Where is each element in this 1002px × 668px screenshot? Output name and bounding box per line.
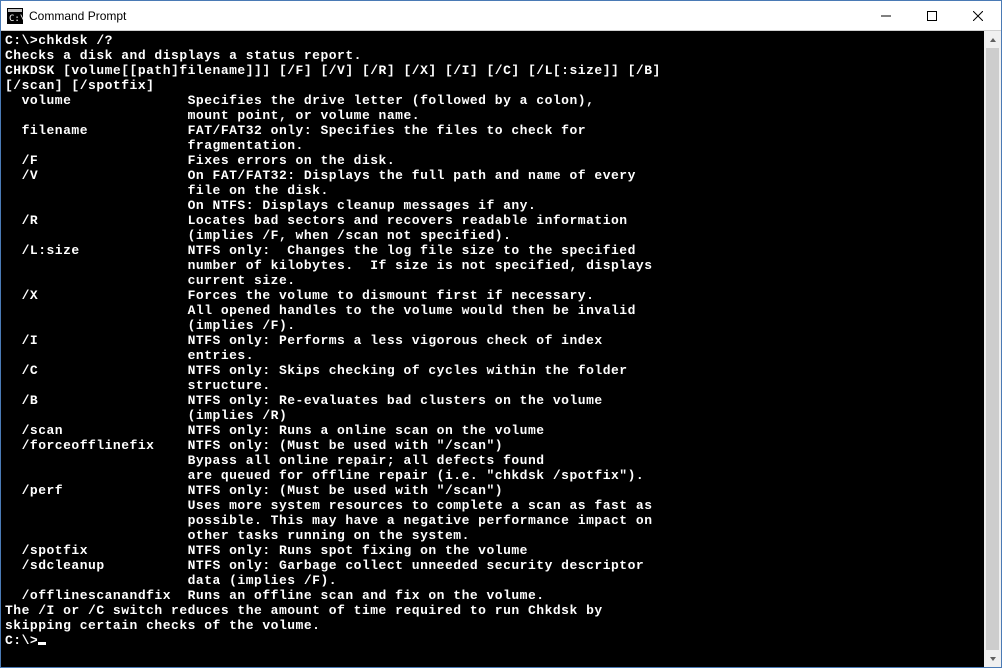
output-line: skipping certain checks of the volume. xyxy=(5,618,980,633)
param-line: are queued for offline repair (i.e. "chk… xyxy=(5,468,980,483)
param-line: /sdcleanup NTFS only: Garbage collect un… xyxy=(5,558,980,573)
param-line: fragmentation. xyxy=(5,138,980,153)
command-text: chkdsk /? xyxy=(38,33,113,48)
param-line: volume Specifies the drive letter (follo… xyxy=(5,93,980,108)
titlebar[interactable]: C:\ Command Prompt xyxy=(1,1,1001,31)
param-line: Bypass all online repair; all defects fo… xyxy=(5,453,980,468)
param-line: (implies /F). xyxy=(5,318,980,333)
output-line: CHKDSK [volume[[path]filename]]] [/F] [/… xyxy=(5,63,980,78)
param-line: other tasks running on the system. xyxy=(5,528,980,543)
param-line: (implies /F, when /scan not specified). xyxy=(5,228,980,243)
param-line: (implies /R) xyxy=(5,408,980,423)
minimize-button[interactable] xyxy=(863,1,909,30)
param-line: structure. xyxy=(5,378,980,393)
console-area: C:\>chkdsk /?Checks a disk and displays … xyxy=(1,31,1001,667)
param-line: /scan NTFS only: Runs a online scan on t… xyxy=(5,423,980,438)
maximize-button[interactable] xyxy=(909,1,955,30)
param-line: /I NTFS only: Performs a less vigorous c… xyxy=(5,333,980,348)
param-line: /perf NTFS only: (Must be used with "/sc… xyxy=(5,483,980,498)
command-prompt-window: C:\ Command Prompt C:\>chkdsk /?Checks a… xyxy=(0,0,1002,668)
scroll-up-button[interactable] xyxy=(984,31,1001,48)
output-line: Checks a disk and displays a status repo… xyxy=(5,48,980,63)
output-line: [/scan] [/spotfix] xyxy=(5,78,980,93)
param-line: /X Forces the volume to dismount first i… xyxy=(5,288,980,303)
param-line: mount point, or volume name. xyxy=(5,108,980,123)
param-line: current size. xyxy=(5,273,980,288)
svg-text:C:\: C:\ xyxy=(9,14,23,24)
prompt-text: C:\> xyxy=(5,33,38,48)
param-line: Uses more system resources to complete a… xyxy=(5,498,980,513)
cursor xyxy=(38,642,46,645)
param-line: /C NTFS only: Skips checking of cycles w… xyxy=(5,363,980,378)
window-title: Command Prompt xyxy=(29,9,863,23)
scroll-down-button[interactable] xyxy=(984,650,1001,667)
param-line: file on the disk. xyxy=(5,183,980,198)
close-button[interactable] xyxy=(955,1,1001,30)
param-line: /B NTFS only: Re-evaluates bad clusters … xyxy=(5,393,980,408)
param-line: /spotfix NTFS only: Runs spot fixing on … xyxy=(5,543,980,558)
param-line: /forceofflinefix NTFS only: (Must be use… xyxy=(5,438,980,453)
app-icon: C:\ xyxy=(7,8,23,24)
param-line: /R Locates bad sectors and recovers read… xyxy=(5,213,980,228)
output-line: The /I or /C switch reduces the amount o… xyxy=(5,603,980,618)
param-line: data (implies /F). xyxy=(5,573,980,588)
param-line: /F Fixes errors on the disk. xyxy=(5,153,980,168)
param-line: /offlinescanandfix Runs an offline scan … xyxy=(5,588,980,603)
param-line: filename FAT/FAT32 only: Specifies the f… xyxy=(5,123,980,138)
param-line: On NTFS: Displays cleanup messages if an… xyxy=(5,198,980,213)
param-line: entries. xyxy=(5,348,980,363)
window-controls xyxy=(863,1,1001,30)
vertical-scrollbar[interactable] xyxy=(984,31,1001,667)
param-line: number of kilobytes. If size is not spec… xyxy=(5,258,980,273)
prompt-text: C:\> xyxy=(5,633,38,648)
param-line: All opened handles to the volume would t… xyxy=(5,303,980,318)
console-output[interactable]: C:\>chkdsk /?Checks a disk and displays … xyxy=(1,31,984,667)
param-line: possible. This may have a negative perfo… xyxy=(5,513,980,528)
param-line: /V On FAT/FAT32: Displays the full path … xyxy=(5,168,980,183)
scroll-thumb[interactable] xyxy=(986,48,999,650)
param-line: /L:size NTFS only: Changes the log file … xyxy=(5,243,980,258)
scroll-track[interactable] xyxy=(984,48,1001,650)
